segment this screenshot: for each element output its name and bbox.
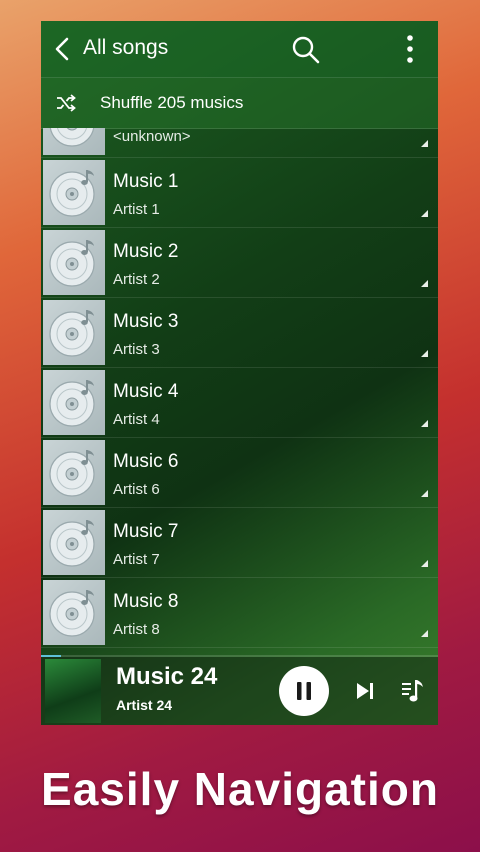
song-list-item[interactable]: Music 7 Artist 7 [41, 508, 438, 578]
now-playing-artist: Artist 24 [116, 697, 173, 713]
song-list-item[interactable]: <unknown> [41, 128, 438, 158]
music-disc-icon [49, 240, 95, 287]
song-list-item[interactable]: Music 2 Artist 2 [41, 228, 438, 298]
song-options-indicator[interactable] [421, 140, 428, 147]
pause-button[interactable] [279, 666, 329, 716]
now-playing-cover [45, 659, 101, 723]
song-options-indicator[interactable] [421, 280, 428, 287]
phone-screen: All songs Shuffle 205 musics <unknown> M… [41, 21, 438, 725]
album-cover [43, 370, 105, 435]
shuffle-icon [57, 94, 76, 112]
now-playing-title: Music 24 [116, 663, 218, 690]
song-title: Music 4 [113, 381, 179, 402]
song-artist: Artist 4 [113, 411, 160, 428]
promo-caption: Easily Navigation [41, 763, 439, 815]
song-list-item[interactable]: Music 1 Artist 1 [41, 158, 438, 228]
song-options-indicator[interactable] [421, 350, 428, 357]
queue-music-icon[interactable] [400, 677, 426, 705]
song-list[interactable]: <unknown> Music 1 Artist 1 Music 2 Artis… [41, 128, 438, 655]
music-disc-icon [49, 128, 95, 147]
skip-next-icon[interactable] [353, 679, 377, 703]
album-cover [43, 160, 105, 225]
song-options-indicator[interactable] [421, 210, 428, 217]
song-artist: Artist 8 [113, 621, 160, 638]
now-playing-bar[interactable]: Music 24 Artist 24 [41, 657, 438, 725]
shuffle-all-button[interactable]: Shuffle 205 musics [41, 78, 438, 129]
more-vertical-icon[interactable] [403, 34, 417, 64]
shuffle-label: Shuffle 205 musics [100, 93, 244, 112]
music-disc-icon [49, 380, 95, 427]
song-title: Music 2 [113, 241, 179, 262]
page-title: All songs [83, 36, 169, 59]
music-disc-icon [49, 590, 95, 637]
album-cover [43, 230, 105, 295]
song-artist: Artist 7 [113, 551, 160, 568]
song-options-indicator[interactable] [421, 490, 428, 497]
music-disc-icon [49, 450, 95, 497]
song-title: Music 3 [113, 311, 179, 332]
search-icon[interactable] [291, 35, 321, 65]
song-artist: Artist 3 [113, 341, 160, 358]
song-list-item[interactable]: Music 6 Artist 6 [41, 438, 438, 508]
song-options-indicator[interactable] [421, 560, 428, 567]
song-list-item[interactable]: Music 3 Artist 3 [41, 298, 438, 368]
app-bar: All songs [41, 21, 438, 78]
album-cover [43, 580, 105, 645]
music-disc-icon [49, 520, 95, 567]
song-title: Music 8 [113, 591, 179, 612]
song-artist: Artist 2 [113, 271, 160, 288]
music-disc-icon [49, 310, 95, 357]
album-cover [43, 440, 105, 505]
song-title: Music 1 [113, 171, 179, 192]
song-list-item[interactable]: Music 4 Artist 4 [41, 368, 438, 438]
song-title: Music 7 [113, 521, 179, 542]
song-artist: Artist 1 [113, 201, 160, 218]
song-options-indicator[interactable] [421, 420, 428, 427]
pause-icon [297, 682, 311, 700]
music-disc-icon [49, 170, 95, 217]
album-cover [43, 300, 105, 365]
song-title: Music 6 [113, 451, 179, 472]
song-list-item[interactable]: Music 8 Artist 8 [41, 578, 438, 648]
song-artist: <unknown> [113, 128, 191, 145]
album-cover [43, 128, 105, 155]
song-options-indicator[interactable] [421, 630, 428, 637]
album-cover [43, 510, 105, 575]
song-artist: Artist 6 [113, 481, 160, 498]
chevron-left-icon[interactable] [53, 37, 71, 61]
